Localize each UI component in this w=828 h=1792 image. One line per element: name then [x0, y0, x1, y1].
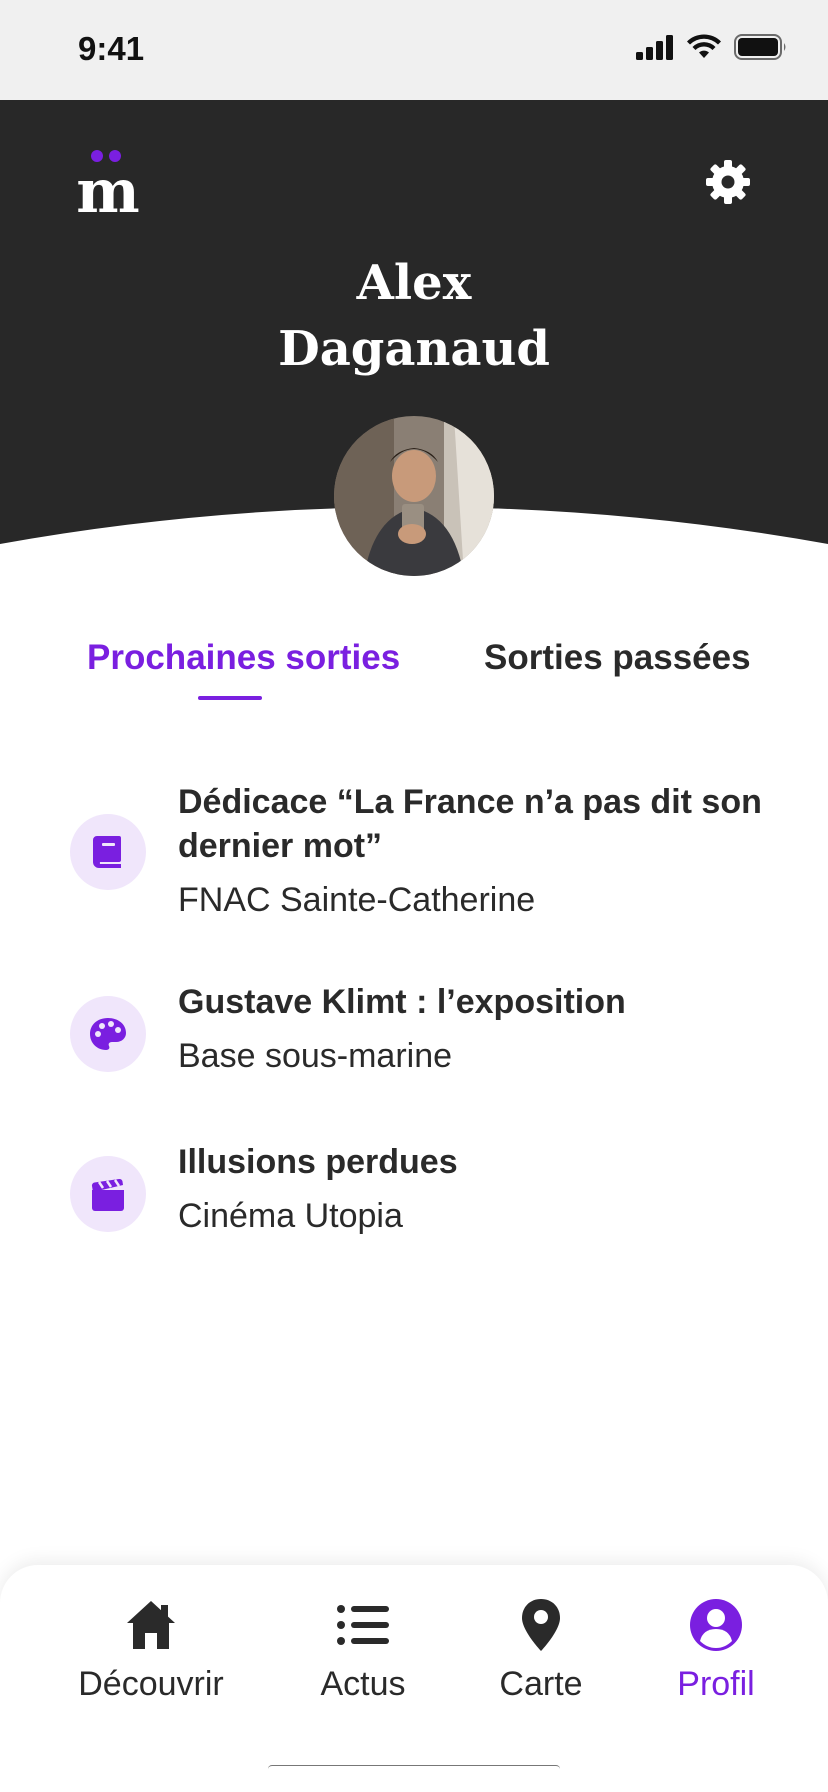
signal-icon — [636, 35, 673, 60]
active-tab-indicator — [198, 696, 262, 700]
settings-gear-icon[interactable] — [706, 160, 750, 204]
status-bar: 9:41 — [0, 0, 828, 100]
home-icon — [127, 1601, 175, 1649]
tab-upcoming-outings[interactable]: Prochaines sorties — [87, 638, 400, 678]
wifi-icon — [687, 34, 721, 58]
app-logo: m — [74, 148, 142, 227]
list-icon — [337, 1605, 389, 1645]
outings-tabs: Prochaines sorties Sorties passées — [0, 630, 828, 710]
nav-label-decouvrir: Découvrir — [78, 1665, 224, 1703]
nav-item-decouvrir[interactable]: Découvrir — [51, 1597, 251, 1704]
book-icon — [70, 814, 146, 890]
bottom-navigation: Découvrir Actus Carte Profil — [0, 1565, 828, 1792]
clapperboard-icon — [70, 1156, 146, 1232]
event-venue: FNAC Sainte-Catherine — [178, 881, 536, 919]
event-text: Gustave Klimt : l’exposition Base sous-m… — [178, 980, 778, 1078]
status-icons — [636, 34, 788, 60]
event-text: Illusions perdues Cinéma Utopia — [178, 1140, 778, 1238]
profile-name: Alex Daganaud — [0, 250, 828, 382]
logo-text: m — [76, 157, 140, 216]
event-text: Dédicace “La France n’a pas dit son dern… — [178, 780, 778, 922]
nav-item-actus[interactable]: Actus — [263, 1597, 463, 1704]
tab-past-outings[interactable]: Sorties passées — [484, 638, 751, 678]
status-time: 9:41 — [78, 30, 145, 67]
event-venue: Cinéma Utopia — [178, 1197, 403, 1235]
nav-item-carte[interactable]: Carte — [441, 1597, 641, 1704]
event-title: Illusions perdues — [178, 1143, 458, 1181]
profile-name-first: Alex — [356, 255, 472, 311]
event-title: Gustave Klimt : l’exposition — [178, 983, 626, 1021]
profile-name-last: Daganaud — [278, 321, 550, 377]
nav-item-profil[interactable]: Profil — [616, 1597, 816, 1704]
palette-icon — [70, 996, 146, 1072]
event-title: Dédicace “La France n’a pas dit son dern… — [178, 783, 762, 865]
map-pin-icon — [522, 1599, 560, 1651]
avatar[interactable] — [334, 416, 494, 576]
user-icon — [690, 1599, 742, 1651]
event-venue: Base sous-marine — [178, 1037, 453, 1075]
battery-icon — [734, 34, 786, 60]
nav-label-profil: Profil — [677, 1665, 755, 1703]
nav-label-actus: Actus — [320, 1665, 406, 1703]
home-indicator[interactable] — [268, 1765, 560, 1774]
nav-label-carte: Carte — [499, 1665, 583, 1703]
